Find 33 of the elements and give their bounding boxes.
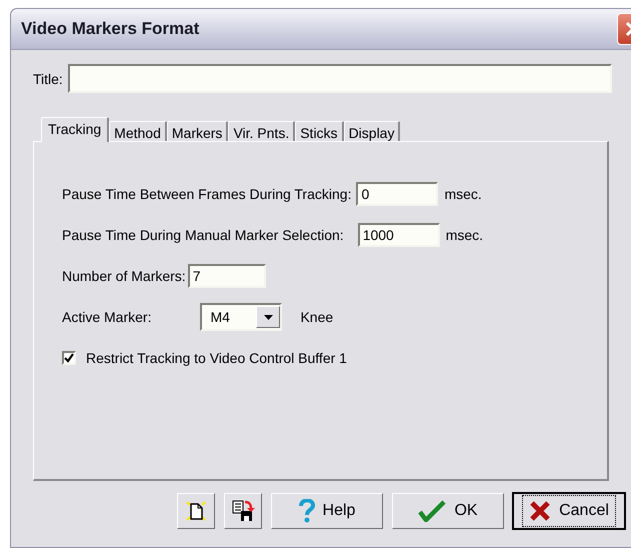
new-document-icon — [185, 500, 207, 522]
save-document-icon — [231, 499, 255, 523]
field-label: Pause Time During Manual Marker Selection: — [62, 227, 344, 243]
marker-dropdown[interactable]: M4 — [200, 303, 282, 331]
tab[interactable]: Tracking — [41, 117, 110, 142]
input-field[interactable]: 0 — [356, 182, 438, 206]
checkmark-icon — [418, 500, 446, 522]
tab[interactable]: Markers — [166, 121, 228, 141]
input-field[interactable]: 7 — [188, 264, 266, 288]
unit-label: msec. — [444, 186, 482, 202]
title-label: Title: — [33, 70, 63, 86]
tab[interactable]: Vir. Pnts. — [228, 121, 296, 141]
window-title: Video Markers Format — [21, 19, 200, 39]
title-field[interactable] — [68, 64, 612, 93]
checkbox[interactable] — [62, 351, 76, 365]
tab[interactable]: Sticks — [295, 121, 344, 141]
unit-label: msec. — [446, 227, 484, 243]
tab[interactable]: Display — [344, 121, 400, 141]
checkbox-label: Restrict Tracking to Video Control Buffer 1 — [86, 350, 347, 366]
ok-button[interactable]: OK — [392, 493, 504, 529]
field-label: Active Marker: — [62, 309, 152, 325]
caret-icon — [264, 314, 273, 320]
field-label: Number of Markers: — [62, 268, 186, 284]
question-mark-icon — [298, 499, 315, 523]
cross-icon — [529, 500, 552, 522]
save-button[interactable] — [224, 493, 262, 529]
marker-name: Knee — [300, 309, 334, 325]
input-field[interactable]: 1000 — [358, 223, 440, 247]
new-button[interactable] — [177, 493, 215, 529]
field-label: Pause Time Between Frames During Tracking: — [62, 186, 352, 202]
cancel-button[interactable]: Cancel — [513, 493, 625, 529]
tab[interactable]: Method — [109, 121, 167, 141]
help-button[interactable]: Help — [271, 493, 383, 529]
